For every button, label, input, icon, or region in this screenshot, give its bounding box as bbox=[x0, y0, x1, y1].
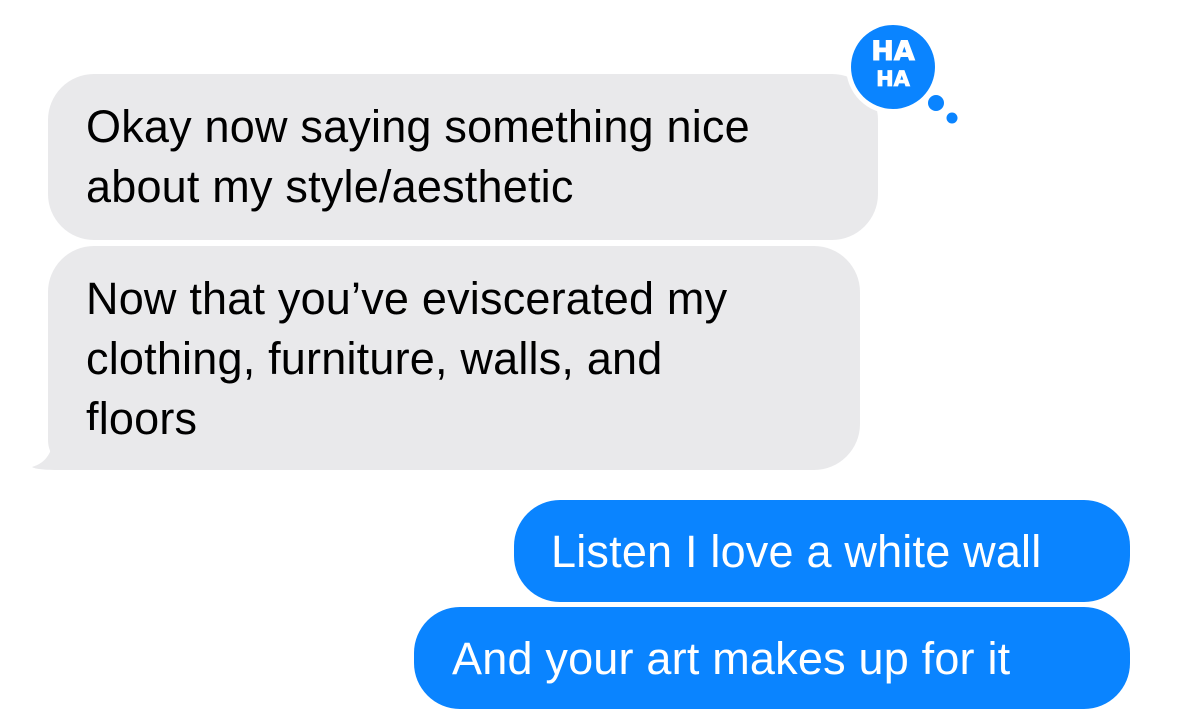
outgoing-message-bubble[interactable]: Listen I love a white wall bbox=[514, 500, 1130, 602]
incoming-bubble-tail bbox=[32, 430, 100, 470]
incoming-message-bubble[interactable]: Okay now saying something nice about my … bbox=[48, 74, 878, 240]
incoming-message-bubble[interactable]: Now that you’ve eviscerated my clothing,… bbox=[48, 246, 860, 470]
reaction-text-line1: HA bbox=[871, 36, 915, 67]
reaction-text-line2: HA bbox=[876, 67, 911, 91]
outgoing-message-bubble[interactable]: And your art makes up for it bbox=[414, 607, 1130, 709]
haha-tapback-icon[interactable]: HA HA bbox=[842, 16, 967, 131]
